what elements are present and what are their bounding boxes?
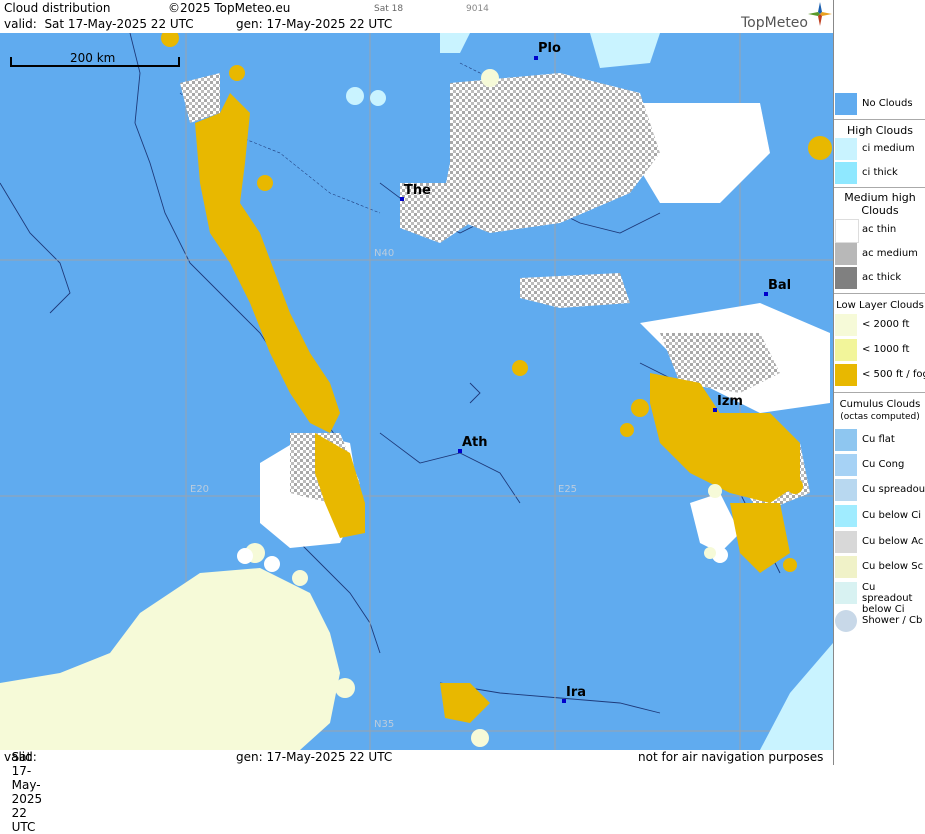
legend-ac-medium: ac medium [834,243,925,267]
valid-time: valid: Sat 17-May-2025 22 UTC [4,17,194,31]
swatch-ci-thick [835,162,857,184]
city-label-plo: Plo [538,41,561,56]
legend-label: < 2000 ft [862,319,910,330]
legend-label: Cu spreadout [862,484,925,495]
legend-cu-head: Cumulus Clouds [839,399,921,410]
legend-label: No Clouds [862,98,913,109]
legend-label: Cu below Ci [862,510,922,521]
gen-time: gen: 17-May-2025 22 UTC [236,17,393,31]
legend-label: < 1000 ft [862,344,910,355]
legend-label: ac medium [862,248,918,259]
city-label-ira: Ira [566,685,587,700]
legend-label: ac thick [862,272,902,283]
city-label-bal: Bal [768,278,792,293]
scale-label: 200 km [70,51,116,65]
legend-divider [834,119,925,120]
legend-divider [834,293,925,294]
footer-bar: valid: Sat 17-May-2025 22 UTC gen: 17-Ma… [0,750,833,834]
run-label: Sat 18 [374,4,404,14]
legend-cu-flat: Cu flat [834,429,925,453]
legend-ac-thin: ac thin [834,219,925,243]
legend-cu-below-sc: Cu below Sc [834,556,925,580]
swatch-shower [835,610,857,632]
legend-label: < 500 ft / fog [862,369,925,380]
swatch-cu-below-ac [835,531,857,553]
swatch-low-500 [835,364,857,386]
legend-label: ci thick [862,167,898,178]
legend-no-clouds: No Clouds [834,93,925,117]
grid-label-e25: E25 [558,484,578,495]
legend-ci-medium: ci medium [834,138,925,162]
legend-ci-thick: ci thick [834,162,925,186]
grid-label-e20: E20 [190,484,210,495]
swatch-ac-thin [835,219,859,243]
legend-low-2000: < 2000 ft [834,314,925,338]
grid-label-n40: N40 [374,248,395,259]
swatch-cu-spread-ci [835,582,857,604]
legend-panel: No Clouds High Clouds ci medium ci thick… [833,0,925,765]
swatch-ci-medium [835,138,857,160]
compass-icon [808,2,832,26]
header-bar: Cloud distribution ©2025 TopMeteo.eu Sat… [0,0,833,34]
footer-gen-time: gen: 17-May-2025 22 UTC [236,750,393,764]
code-label: 9014 [466,4,489,14]
swatch-cu-flat [835,429,857,451]
legend-low-500: < 500 ft / fog [834,364,925,388]
legend-medium-head: Medium high Clouds [844,191,916,217]
legend-label: Cu below Ac [862,536,924,547]
legend-cu-spread-ci: Cu spreadout below Ci [834,582,925,615]
legend-cu-sub: (octas computed) [840,412,920,422]
swatch-ac-thick [835,267,857,289]
city-label-ath: Ath [462,435,488,450]
legend-low-head: Low Layer Clouds [836,300,924,311]
city-marker-plo [534,56,538,60]
legend-divider [834,392,925,393]
low-cloud-2000-area [0,543,355,750]
legend-low-1000: < 1000 ft [834,339,925,363]
legend-label: Cu below Sc [862,561,924,572]
legend-high-head: High Clouds [847,124,913,137]
legend-divider [834,187,925,188]
map-canvas [0,33,833,750]
legend-cu-below-ci: Cu below Ci [834,505,925,529]
scale-bar: 200 km [10,51,180,67]
grid-label-n35: N35 [374,719,395,730]
legend-label: Cu flat [862,434,895,445]
cloud-map[interactable]: 200 km N40 N35 E20 E25 Plo The Bal Izm A… [0,33,833,750]
city-label-izm: Izm [717,394,743,409]
footer-disclaimer: not for air navigation purposes [638,750,824,764]
legend-label: Cu Cong [862,459,905,470]
swatch-low-2000 [835,314,857,336]
brand-logo-text: TopMeteo [741,15,808,31]
swatch-cu-below-ci [835,505,857,527]
legend-cu-spread: Cu spreadout [834,479,925,503]
swatch-ac-medium [835,243,857,265]
city-label-the: The [404,183,431,198]
swatch-cu-below-sc [835,556,857,578]
copyright-text: ©2025 TopMeteo.eu [168,1,291,15]
swatch-cu-spread [835,479,857,501]
legend-ac-thick: ac thick [834,267,925,291]
chart-title: Cloud distribution [4,1,111,15]
footer-valid-time: valid: Sat 17-May-2025 22 UTC [4,750,43,834]
legend-cu-cong: Cu Cong [834,454,925,478]
legend-label: ci medium [862,143,915,154]
legend-cu-below-ac: Cu below Ac [834,531,925,555]
legend-shower: Shower / Cb [834,610,925,634]
swatch-no-clouds [835,93,857,115]
swatch-low-1000 [835,339,857,361]
legend-label: Shower / Cb [862,615,923,626]
swatch-cu-cong [835,454,857,476]
legend-label: ac thin [862,224,897,235]
